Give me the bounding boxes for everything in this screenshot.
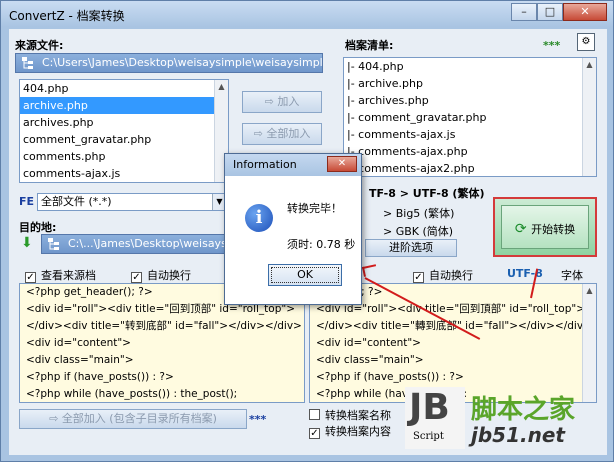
code-line: <?php if (have_posts()) : ?> — [316, 371, 464, 383]
filter-prefix: FE — [19, 195, 35, 208]
tree-prefix: |- — [347, 111, 359, 124]
close-button[interactable]: ✕ — [563, 3, 607, 21]
font-button[interactable]: 字体 — [561, 267, 583, 283]
info-dialog: Information ✕ i 转换完毕！ 须时: 0.78 秒 OK — [224, 153, 362, 305]
watermark-url: jb51.net — [471, 423, 565, 447]
code-line: <div class="main"> — [316, 354, 424, 366]
dest-path: C:\...\James\Desktop\weisaysimple\ — [68, 237, 226, 250]
info-icon: i — [245, 204, 273, 232]
watermark-logo: JB Script — [405, 387, 465, 449]
convert-content-checkbox[interactable]: ✓ 转换档案内容 — [309, 423, 391, 439]
code-line: <div id="content"> — [26, 337, 131, 349]
app-window: ConvertZ - 档案转换 – □ ✕ 来源文件: C:\Users\Jam… — [0, 0, 614, 462]
code-line: </div><div title="转到底部" id="fall"></div>… — [26, 320, 302, 332]
dialog-time: 须时: 0.78 秒 — [287, 238, 356, 251]
code-line: <div class="main"> — [26, 354, 134, 366]
add-all-button[interactable]: ⇨ 全部加入 — [242, 123, 322, 145]
bottom-stars: *** — [249, 413, 267, 426]
tree-prefix: |- — [347, 128, 359, 141]
green-arrow-icon[interactable]: ⬇ — [21, 235, 37, 251]
dialog-close-button[interactable]: ✕ — [327, 156, 357, 172]
rename-files-checkbox[interactable]: 转换档案名称 — [309, 407, 391, 423]
dest-path-bar[interactable]: C:\...\James\Desktop\weisaysimple\ — [41, 234, 227, 254]
list-item[interactable]: |- comments-ajax2.php — [344, 160, 596, 176]
list-item[interactable]: 404.php — [20, 80, 228, 97]
queue-list-scrollbar[interactable]: ▲ — [582, 58, 596, 176]
code-line: <?php if (have_posts()) : ?> — [26, 371, 174, 383]
code-line: <?php while (have_posts()) : the_post(); — [26, 388, 238, 400]
list-item[interactable]: |- comments-ajax.php — [344, 143, 596, 160]
add-all-subdir-button[interactable]: ⇨ 全部加入 (包含子目录所有档案) — [19, 409, 247, 429]
list-stars: *** — [543, 39, 561, 52]
source-path: C:\Users\James\Desktop\weisaysimple\weis… — [42, 56, 323, 69]
dialog-message: 转换完毕！ — [287, 202, 342, 215]
maximize-button[interactable]: □ — [537, 3, 563, 21]
add-all-icon: ⇨ — [253, 127, 267, 140]
list-item[interactable]: |- comments-ajax.js — [344, 126, 596, 143]
list-item[interactable]: |- comment_gravatar.php — [344, 109, 596, 126]
add-button[interactable]: ⇨ 加入 — [242, 91, 322, 113]
list-item[interactable]: comments.php — [20, 148, 228, 165]
list-item[interactable]: |- archive.php — [344, 75, 596, 92]
tree-prefix: |- — [347, 94, 359, 107]
start-convert-button[interactable]: ⟳ 开始转换 — [493, 197, 597, 257]
list-item[interactable]: archive.php — [20, 97, 228, 114]
ok-button[interactable]: OK — [268, 264, 342, 286]
title-bar[interactable]: ConvertZ - 档案转换 – □ ✕ — [1, 1, 613, 27]
code-line: </div><div title="轉到底部" id="fall"></div>… — [316, 320, 592, 332]
source-path-bar[interactable]: C:\Users\James\Desktop\weisaysimple\weis… — [15, 53, 323, 73]
tree-prefix: |- — [347, 77, 359, 90]
minimize-button[interactable]: – — [511, 3, 537, 21]
folder-tree-icon — [22, 57, 33, 69]
add-icon: ⇨ — [264, 95, 278, 108]
refresh-icon: ⟳ — [514, 221, 532, 237]
list-label: 档案清单: — [345, 39, 394, 52]
conversion-main: TF-8 > UTF-8 (繁体) — [369, 187, 485, 200]
conversion-opt-big5[interactable]: > Big5 (繁体) — [383, 205, 454, 221]
window-title: ConvertZ - 档案转换 — [9, 9, 125, 23]
code-line: <div id="content"> — [316, 337, 421, 349]
source-file-list[interactable]: 404.php archive.php archives.php comment_gr… — [19, 79, 229, 183]
right-code-scrollbar[interactable]: ▲ — [582, 284, 596, 402]
source-label: 来源文件: — [15, 39, 64, 52]
list-item[interactable]: comment_gravatar.php — [20, 131, 228, 148]
list-item[interactable]: comments-ajax.js — [20, 165, 228, 182]
list-item[interactable]: archives.php — [20, 114, 228, 131]
advanced-options-button[interactable]: 进阶选项 — [365, 239, 457, 257]
settings-icon[interactable]: ⚙ — [577, 33, 595, 51]
folder-tree-icon — [48, 238, 59, 250]
watermark-site-cn: 脚本之家 — [471, 395, 576, 425]
right-wrap-checkbox[interactable]: ✓ 自动换行 — [413, 267, 473, 283]
list-item[interactable]: |- 404.php — [344, 58, 596, 75]
view-source-checkbox[interactable]: ✓ 查看来源档 — [25, 267, 96, 283]
conversion-opt-gbk[interactable]: > GBK (简体) — [383, 223, 453, 239]
list-item[interactable]: |- archives.php — [344, 92, 596, 109]
file-filter-select[interactable]: 全部文件 (*.*) ▼ — [37, 193, 227, 211]
file-queue-list[interactable]: |- 404.php |- archive.php |- archives.php |… — [343, 57, 597, 177]
left-wrap-checkbox[interactable]: ✓ 自动换行 — [131, 267, 191, 283]
dest-label: 目的地: — [19, 221, 57, 234]
add-icon: ⇨ — [49, 412, 62, 425]
tree-prefix: |- — [347, 60, 359, 73]
